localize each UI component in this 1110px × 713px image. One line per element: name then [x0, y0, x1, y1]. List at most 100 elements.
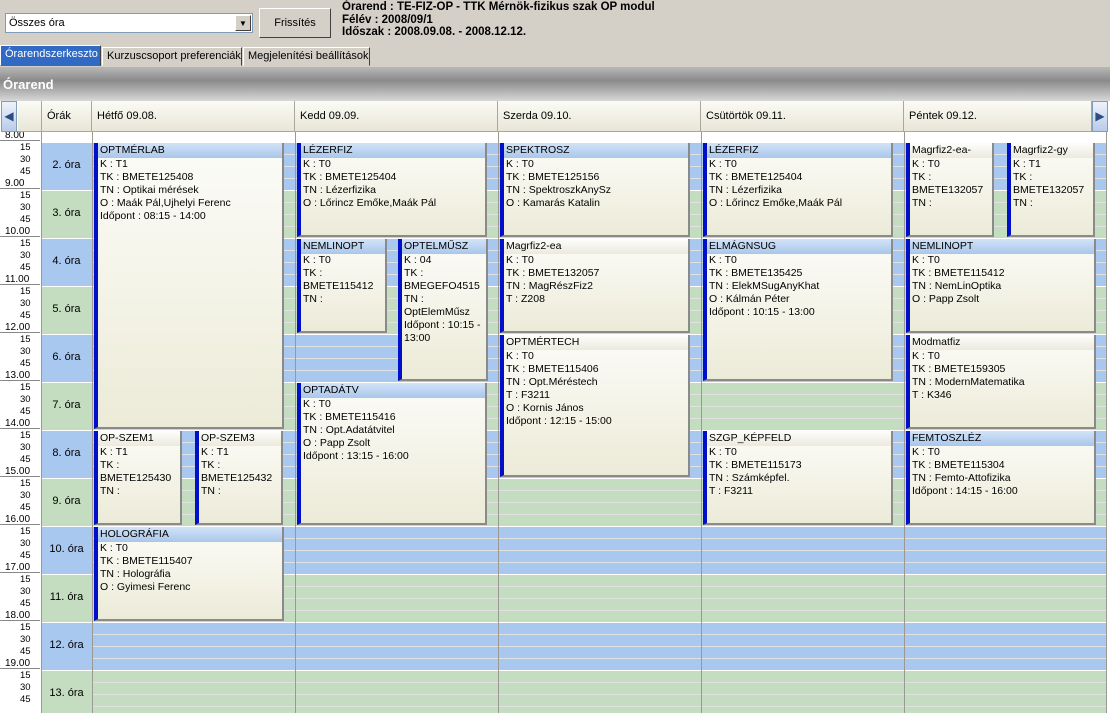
course-event[interactable]: FEMTOSZLÉZ K : T0 TK : BMETE115304 TN : Fem…: [906, 431, 1096, 525]
course-event[interactable]: SZGP_KÉPFELD K : T0 TK : BMETE115173 TN : S…: [703, 431, 893, 525]
course-event-title: OP-SZEM1: [98, 431, 180, 446]
quarter-line: [92, 646, 1106, 647]
course-event-title: OPTELMŰSZ: [402, 239, 486, 254]
course-event-title: Magrfiz2-ea: [504, 239, 688, 254]
next-week-button[interactable]: ▶: [1092, 101, 1108, 132]
course-event-title: Modmatfiz: [910, 335, 1094, 350]
course-event-line: K : T0: [506, 254, 534, 266]
course-event-line: K : 04: [404, 254, 432, 266]
course-event-line: TN : Lézerfizika: [709, 184, 782, 196]
course-event-line: K : T0: [912, 350, 940, 362]
course-event[interactable]: OPTMÉRTECH K : T0 TK : BMETE115406 TN : Opt…: [500, 335, 690, 477]
course-event-line: K : T0: [709, 158, 737, 170]
course-event-line: 13:00: [404, 332, 431, 344]
previous-week-button[interactable]: ◀: [1, 101, 17, 132]
course-event-line: OptElemMűsz: [404, 306, 470, 318]
course-event[interactable]: OP-SZEM1 K : T1 TK : BMETE125430 TN :: [94, 431, 182, 525]
course-event-line: O : Lőrincz Emőke,Maák Pál: [709, 197, 843, 209]
day-header-wednesday: Szerda 09.10.: [498, 101, 701, 132]
quarter-label: 30: [20, 202, 31, 213]
quarter-line: [92, 694, 1106, 695]
period-label: 10. óra: [49, 543, 84, 555]
tab-kurzuscsoport-preferenciak[interactable]: Kurzuscsoport preferenciák: [102, 47, 242, 66]
period-label: 6. óra: [52, 351, 81, 363]
course-event-title: OPTADÁTV: [301, 383, 485, 398]
day-divider: [295, 132, 296, 713]
quarter-line: [92, 682, 1106, 683]
course-event-line: TK : BMETE115304: [912, 459, 1005, 471]
course-event-line: TK : BMETE115406: [506, 363, 599, 375]
hour-line: [0, 428, 40, 429]
course-event-line: K : T0: [709, 446, 737, 458]
chevron-left-icon: ◀: [4, 109, 14, 123]
course-event-line: BMETE115412: [303, 280, 374, 292]
quarter-label: 30: [20, 490, 31, 501]
course-event-line: TN :: [404, 293, 424, 305]
period-divider: [92, 670, 1106, 671]
course-event-line: TK : BMETE125156: [506, 171, 600, 183]
course-event-title: LÉZERFIZ: [707, 143, 891, 158]
course-event-line: Időpont : 12:15 - 15:00: [506, 415, 612, 427]
quarter-label: 15: [20, 430, 31, 441]
course-event[interactable]: Magrfiz2-ea K : T0 TK : BMETE132057 TN : Ma…: [500, 239, 690, 333]
course-event-line: TK :: [100, 459, 120, 471]
quarter-label: 30: [20, 298, 31, 309]
course-event-line: TK : BMETE125408: [100, 171, 194, 183]
course-event-line: O : Papp Zsolt: [303, 437, 371, 449]
course-event[interactable]: ELMÁGNSUG K : T0 TK : BMETE135425 TN : Elek…: [703, 239, 893, 381]
tab-orarendszerkeszto[interactable]: Órarendszerkeszto: [0, 45, 101, 66]
tab-megjelenitesi-beallitasok[interactable]: Megjelenítési beállítások: [243, 47, 370, 66]
period-label: 11. óra: [49, 591, 84, 603]
course-event-line: K : T1: [1013, 158, 1041, 170]
period-label: 3. óra: [52, 207, 81, 219]
day-header-tuesday: Kedd 09.09.: [295, 101, 498, 132]
quarter-label: 15: [20, 238, 31, 249]
course-event[interactable]: OPTELMŰSZ K : 04 TK : BMEGEFO4515 TN : OptEle…: [398, 239, 488, 381]
felev-line: Félév : 2008/09/1: [342, 13, 433, 26]
course-event[interactable]: OPTMÉRLAB K : T1 TK : BMETE125408 TN : Opti…: [94, 143, 284, 429]
course-event[interactable]: OP-SZEM3 K : T1 TK : BMETE125432 TN :: [195, 431, 283, 525]
course-event-title: Magrfiz2-gy: [1011, 143, 1093, 158]
course-event-title: LÉZERFIZ: [301, 143, 485, 158]
hour-line: [0, 380, 40, 381]
course-event[interactable]: HOLOGRÁFIA K : T0 TK : BMETE115407 TN : Hol…: [94, 527, 284, 621]
course-event-line: TK : BMETE125404: [303, 171, 397, 183]
day-divider: [701, 132, 702, 713]
course-event-line: K : T0: [303, 158, 331, 170]
course-event-line: Időpont : 08:15 - 14:00: [100, 210, 206, 222]
quarter-line: [92, 706, 1106, 707]
period-label: 2. óra: [52, 159, 81, 171]
course-event[interactable]: LÉZERFIZ K : T0 TK : BMETE125404 TN : Lézer…: [703, 143, 893, 237]
course-event[interactable]: Modmatfiz K : T0 TK : BMETE159305 TN : Mode…: [906, 335, 1096, 429]
course-event-line: BMETE125430: [100, 472, 172, 484]
quarter-label: 45: [20, 166, 31, 177]
schedule-filter-select[interactable]: Összes óra ▼: [5, 13, 253, 33]
course-event[interactable]: NEMLINOPT K : T0 TK : BMETE115412 TN :: [297, 239, 387, 333]
hour-line: [0, 332, 40, 333]
hour-line: [0, 620, 40, 621]
quarter-label: 30: [20, 682, 31, 693]
course-event-line: BMETE125432: [201, 472, 273, 484]
course-event-title: HOLOGRÁFIA: [98, 527, 282, 542]
course-event[interactable]: Magrfiz2-ea- K : T0 TK : BMETE132057 TN :: [906, 143, 994, 237]
hour-line: [0, 572, 40, 573]
course-event-line: Időpont : 10:15 -: [404, 319, 481, 331]
course-event[interactable]: LÉZERFIZ K : T0 TK : BMETE125404 TN : Lézer…: [297, 143, 487, 237]
course-event-line: K : T0: [506, 350, 534, 362]
day-divider: [904, 132, 905, 713]
chevron-down-icon[interactable]: ▼: [235, 15, 251, 31]
refresh-button[interactable]: Frissítés: [259, 8, 331, 38]
course-event[interactable]: SPEKTROSZ K : T0 TK : BMETE125156 TN : Spek…: [500, 143, 690, 237]
course-event[interactable]: Magrfiz2-gy K : T1 TK : BMETE132057 TN :: [1007, 143, 1095, 237]
hour-line: [0, 284, 40, 285]
quarter-line: [92, 658, 1106, 659]
course-event[interactable]: NEMLINOPT K : T0 TK : BMETE115412 TN : NemL…: [906, 239, 1096, 333]
course-event[interactable]: OPTADÁTV K : T0 TK : BMETE115416 TN : Opt.A…: [297, 383, 487, 525]
day-divider: [498, 132, 499, 713]
quarter-label: 30: [20, 586, 31, 597]
course-event-title: NEMLINOPT: [301, 239, 385, 254]
course-event-line: TN : ModernMatematika: [912, 376, 1025, 388]
quarter-label: 45: [20, 454, 31, 465]
course-event-line: TK : BMETE115416: [303, 411, 396, 423]
course-event-title: SPEKTROSZ: [504, 143, 688, 158]
